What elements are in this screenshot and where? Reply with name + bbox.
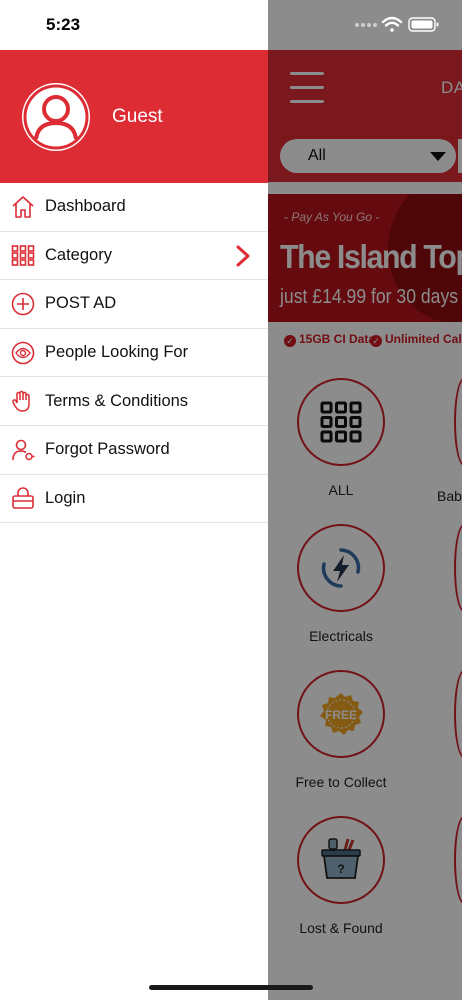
grid-icon	[10, 242, 36, 268]
menu-item-label: POST AD	[45, 294, 117, 313]
user-avatar-icon	[23, 84, 89, 150]
drawer-header: Guest	[0, 50, 268, 183]
avatar[interactable]	[22, 83, 90, 151]
menu-item-label: People Looking For	[45, 343, 189, 362]
wifi-icon	[381, 16, 403, 32]
menu-item-label: Terms & Conditions	[45, 391, 189, 410]
menu-item-people-looking-for[interactable]: People Looking For	[0, 329, 268, 378]
menu-item-label: Forgot Password	[45, 440, 170, 459]
menu-item-label: Category	[45, 245, 112, 264]
menu-item-label: Login	[45, 488, 86, 507]
status-icons	[355, 16, 439, 32]
eye-icon	[10, 340, 36, 366]
navigation-drawer: Guest Dashboard Category POST AD People …	[0, 50, 268, 1000]
menu-item-label: Dashboard	[45, 197, 126, 216]
home-indicator[interactable]	[149, 985, 313, 990]
menu-item-dashboard[interactable]: Dashboard	[0, 183, 268, 232]
home-icon	[10, 194, 36, 220]
menu-item-post-ad[interactable]: POST AD	[0, 280, 268, 329]
status-bar: 5:23	[0, 0, 268, 50]
status-time: 5:23	[46, 15, 81, 34]
chevron-right-icon	[236, 245, 250, 267]
login-icon	[10, 485, 36, 511]
menu-item-login[interactable]: Login	[0, 475, 268, 524]
menu-item-terms[interactable]: Terms & Conditions	[0, 377, 268, 426]
plus-circle-icon	[10, 291, 36, 317]
signal-icon	[355, 23, 377, 27]
menu-item-category[interactable]: Category	[0, 232, 268, 281]
user-key-icon	[10, 437, 36, 463]
hand-icon	[10, 388, 36, 414]
drawer-menu: Dashboard Category POST AD People Lookin…	[0, 183, 268, 524]
user-name: Guest	[112, 106, 163, 127]
menu-item-forgot-password[interactable]: Forgot Password	[0, 426, 268, 475]
battery-icon	[408, 17, 439, 32]
